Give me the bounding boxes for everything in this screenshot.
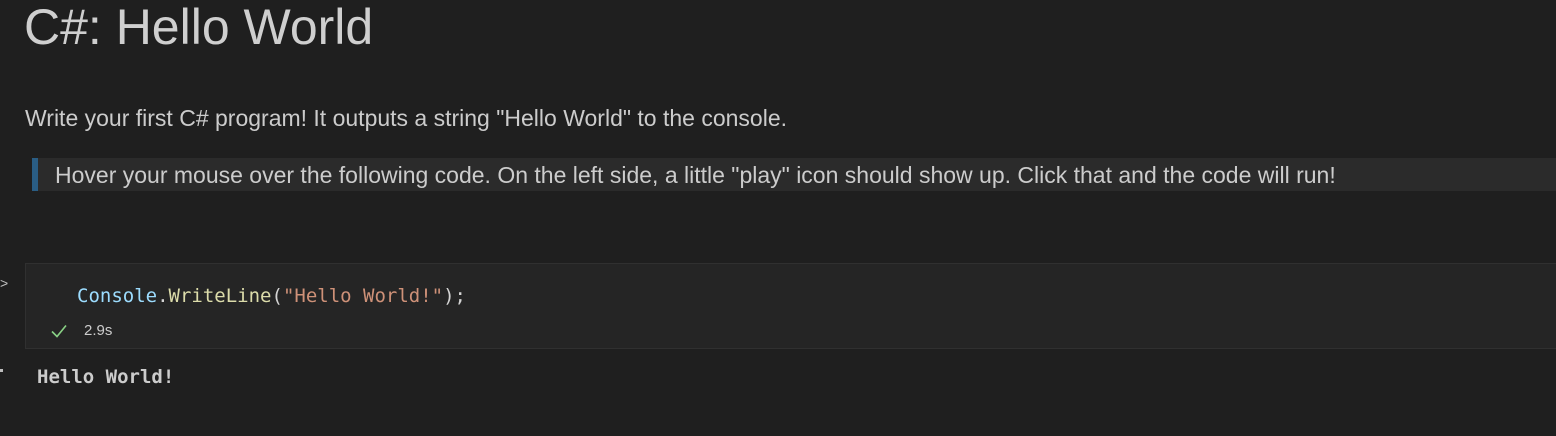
cell-output: Hello World! [37, 366, 175, 388]
code-token-close: ); [443, 285, 466, 307]
code-editor[interactable]: Console.WriteLine("Hello World!"); [77, 284, 466, 308]
blockquote-note: Hover your mouse over the following code… [32, 158, 1556, 191]
note-text: Hover your mouse over the following code… [55, 162, 1336, 188]
page-title: C#: Hello World [24, 0, 374, 55]
output-handle-icon[interactable] [0, 369, 3, 372]
code-token-dot: . [157, 285, 169, 307]
cell-expand-chevron-icon[interactable]: > [0, 276, 8, 290]
check-icon [51, 324, 67, 338]
code-token-open-paren: ( [271, 285, 283, 307]
code-cell[interactable]: Console.WriteLine("Hello World!"); 2.9s [25, 263, 1556, 349]
intro-paragraph: Write your first C# program! It outputs … [25, 105, 788, 131]
cell-execution-status: 2.9s [50, 322, 112, 340]
code-token-class: Console [77, 285, 158, 307]
code-token-method: WriteLine [168, 285, 272, 307]
code-token-string: "Hello World!" [282, 285, 444, 307]
execution-duration: 2.9s [84, 322, 113, 339]
